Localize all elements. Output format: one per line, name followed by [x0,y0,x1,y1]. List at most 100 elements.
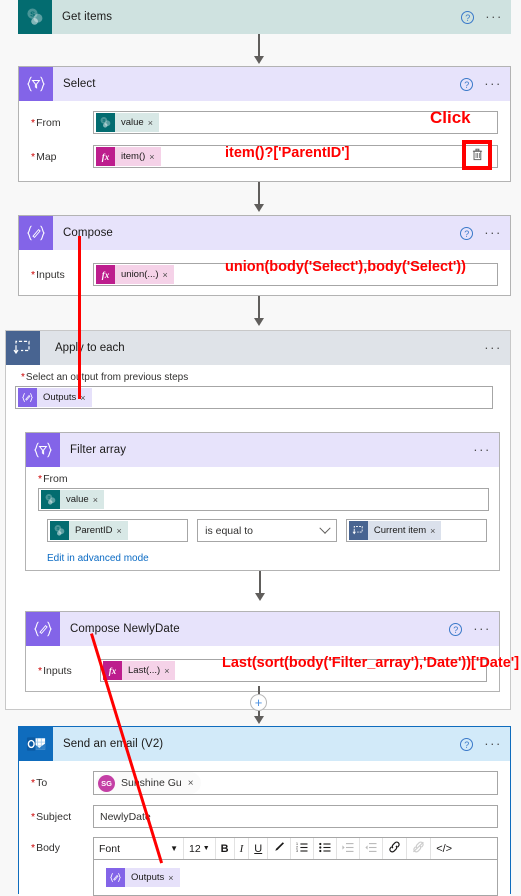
card-header-send-an-email[interactable]: Send an email (V2) ? ··· [19,727,510,761]
required-asterisk: * [21,372,25,383]
edit-advanced-mode-link[interactable]: Edit in advanced mode [47,553,149,564]
required-asterisk: * [38,664,43,677]
close-icon[interactable]: × [80,393,91,403]
numbered-list-button[interactable]: 123 [291,838,315,859]
action-card-compose[interactable]: Compose ? ··· *Inputs fx union(...) × [18,215,511,296]
card-header-get-items[interactable]: S Get items ? ··· [18,0,511,34]
help-icon[interactable]: ? [460,737,474,751]
more-options-icon[interactable]: ··· [473,622,491,635]
required-asterisk: * [31,810,36,823]
close-icon[interactable]: × [188,778,201,789]
close-icon[interactable]: × [168,873,179,883]
condition-operator-select[interactable]: is equal to [197,519,337,542]
add-step-button[interactable]: + [250,694,267,711]
token-chip-union-expression[interactable]: fx union(...) × [96,265,174,284]
field-label-from: *From [31,116,61,129]
token-chip-label: value [66,494,89,505]
font-family-select[interactable]: Font ▼ [94,838,184,859]
card-header-actions-apply-to-each: ··· [484,331,502,365]
link-button[interactable] [383,838,408,859]
condition-right-input[interactable]: Current item × [345,519,487,542]
close-icon[interactable]: × [149,152,160,162]
field-label-subject: *Subject [31,810,72,823]
more-options-icon[interactable]: ··· [484,737,502,750]
connector-line [258,686,260,694]
token-chip-outputs[interactable]: Outputs × [106,868,180,887]
highlight-pen-icon [273,841,285,856]
email-body-editor[interactable]: Outputs × [93,860,498,896]
help-icon[interactable]: ? [461,10,475,24]
sharepoint-icon: S [18,0,52,34]
close-icon[interactable]: × [430,526,441,536]
card-title-apply-to-each: Apply to each [55,342,125,354]
field-input-select-output[interactable]: Outputs × [15,386,493,409]
card-title-get-items: Get items [62,11,113,23]
indent-icon [342,842,354,856]
more-options-icon[interactable]: ··· [484,226,502,239]
help-icon[interactable]: ? [449,622,463,636]
connector-arrow [254,204,264,212]
annotation-newlydate-expression: Last(sort(body('Filter_array'),'Date'))[… [222,655,520,671]
close-icon[interactable]: × [164,666,175,676]
numbered-list-icon: 123 [296,842,308,856]
underline-button[interactable]: U [249,838,269,859]
card-header-select[interactable]: Select ? ··· [19,67,510,101]
more-options-icon[interactable]: ··· [484,341,502,354]
more-options-icon[interactable]: ··· [485,10,503,23]
font-size-select[interactable]: 12 ▼ [184,838,216,859]
more-options-icon[interactable]: ··· [473,443,491,456]
card-header-actions-select: ? ··· [460,67,502,101]
sharepoint-icon: S [96,113,115,132]
card-header-compose[interactable]: Compose ? ··· [19,216,510,250]
field-label-to: *To [31,777,48,789]
field-row-email-subject: *Subject NewlyDate [19,805,510,828]
card-title-select: Select [63,78,96,90]
required-asterisk: * [38,473,43,485]
close-icon[interactable]: × [163,270,174,280]
token-chip-last-expression[interactable]: fx Last(...) × [103,661,176,680]
close-icon[interactable]: × [93,495,104,505]
close-icon[interactable]: × [117,526,128,536]
chevron-down-icon: ▼ [170,844,178,853]
card-header-filter-array[interactable]: Filter array ··· [26,433,499,467]
trash-icon[interactable] [472,148,483,164]
card-header-compose-newlydate[interactable]: Compose NewlyDate ? ··· [26,612,499,646]
card-title-compose: Compose [63,227,113,239]
field-row-email-body: *Body Font ▼ 12 ▼ B I U 1 2 3 </> Output… [19,837,510,896]
bulleted-list-button[interactable] [314,838,338,859]
token-chip-parentid[interactable]: S ParentID × [50,521,128,540]
field-input-email-subject[interactable]: NewlyDate [93,805,498,828]
field-input-filter-from[interactable]: S value × [38,488,489,511]
highlight-button[interactable] [268,838,292,859]
condition-row: S ParentID × is equal to Current item × [38,519,487,542]
token-chip-item-expression[interactable]: fx item() × [96,147,161,166]
condition-left-input[interactable]: S ParentID × [47,519,189,542]
action-card-send-an-email[interactable]: Send an email (V2) ? ··· *To SG Sunshine… [18,726,511,896]
compose-icon [19,216,53,250]
token-chip-label: value [121,117,144,128]
connector-arrow [254,318,264,326]
bold-button[interactable]: B [216,838,235,859]
card-title-compose-newlydate: Compose NewlyDate [70,623,180,635]
card-body-filter-array: *From S value × S ParentID × is equal to… [26,467,499,564]
sharepoint-icon: S [41,490,60,509]
unlink-icon [412,841,425,856]
help-icon[interactable]: ? [460,226,474,240]
token-chip-value[interactable]: S value × [41,490,104,509]
action-card-filter-array[interactable]: Filter array ··· *From S value × S Paren… [25,432,500,571]
card-header-apply-to-each[interactable]: Apply to each ··· [6,331,510,365]
annotation-click-label: Click [430,108,471,127]
field-input-email-to[interactable]: SG Sunshine Gu × [93,771,498,795]
italic-button[interactable]: I [235,838,250,859]
connector-arrow [255,593,265,601]
recipient-chip[interactable]: SG Sunshine Gu × [96,772,201,794]
code-view-button[interactable]: </> [431,838,457,859]
connector-arrow [254,716,264,724]
action-card-get-items[interactable]: S Get items ? ··· [18,0,511,34]
token-chip-current-item[interactable]: Current item × [348,521,442,540]
field-label-inputs: *Inputs [38,664,72,677]
close-icon[interactable]: × [148,118,159,128]
help-icon[interactable]: ? [460,77,474,91]
more-options-icon[interactable]: ··· [484,77,502,90]
token-chip-value[interactable]: S value × [96,113,159,132]
